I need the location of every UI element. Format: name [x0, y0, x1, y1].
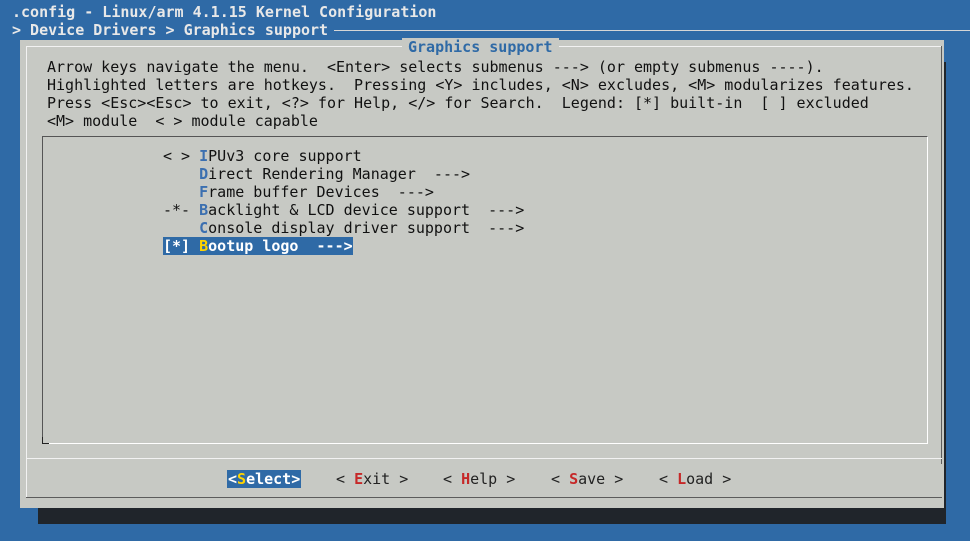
help-button-hotkey: H [461, 470, 471, 488]
button-divider [26, 458, 942, 459]
menu-item-state: -*- [163, 201, 200, 219]
help-line: Press <Esc><Esc> to exit, <?> for Help, … [47, 94, 869, 112]
menu-item-hotkey: B [199, 237, 209, 255]
select-button[interactable]: <Select> [227, 470, 302, 488]
dialog-frame-right [941, 46, 942, 464]
save-button-hotkey: S [569, 470, 579, 488]
select-button-label: elect> [246, 470, 301, 488]
config-dialog: Graphics support Arrow keys navigate the… [20, 38, 944, 508]
exit-button[interactable]: < Exit > [336, 470, 408, 488]
save-button-label: ave > [578, 470, 624, 488]
menu-item-label: rame buffer Devices ---> [208, 183, 434, 201]
load-button[interactable]: < Load > [659, 470, 731, 488]
menu-item-state [163, 219, 199, 237]
exit-button-hotkey: E [354, 470, 364, 488]
breadcrumb: > Device Drivers > Graphics support [12, 21, 329, 39]
help-line: Arrow keys navigate the menu. <Enter> se… [47, 58, 824, 76]
menu-item-state: < > [163, 147, 200, 165]
menu-item-console-display-driver[interactable]: Console display driver support ---> [163, 219, 524, 237]
help-button-label: elp > [470, 470, 516, 488]
menu-item-hotkey: F [199, 183, 209, 201]
menu-item-label: irect Rendering Manager ---> [208, 165, 471, 183]
help-line: <M> module < > module capable [47, 112, 318, 130]
load-button-hotkey: L [677, 470, 687, 488]
help-line: Highlighted letters are hotkeys. Pressin… [47, 76, 914, 94]
menu-item-backlight-lcd[interactable]: -*- Backlight & LCD device support ---> [163, 201, 524, 219]
save-button[interactable]: < Save > [551, 470, 623, 488]
menu-item-hotkey: B [199, 201, 209, 219]
exit-button-label: xit > [363, 470, 409, 488]
menu-item-frame-buffer-devices[interactable]: Frame buffer Devices ---> [163, 183, 434, 201]
menu-item-label: PUv3 core support [208, 147, 362, 165]
menu-item-hotkey: I [199, 147, 209, 165]
menu-item-direct-rendering-manager[interactable]: Direct Rendering Manager ---> [163, 165, 470, 183]
help-text: Arrow keys navigate the menu. <Enter> se… [47, 58, 914, 130]
menu-item-label: onsole display driver support ---> [208, 219, 525, 237]
save-button-open: < [551, 470, 570, 488]
menu-item-label: ootup logo ---> [208, 237, 353, 255]
help-button-open: < [443, 470, 462, 488]
window-title: .config - Linux/arm 4.1.15 Kernel Config… [12, 3, 437, 21]
exit-button-open: < [336, 470, 355, 488]
menu-item-hotkey: D [199, 165, 209, 183]
select-button-open: < [228, 470, 238, 488]
menu-item-bootup-logo[interactable]: [*] Bootup logo ---> [163, 237, 353, 255]
dialog-title: Graphics support [402, 38, 559, 56]
menu-list[interactable]: < > IPUv3 core support Direct Rendering … [42, 136, 928, 444]
menu-item-state [163, 183, 199, 201]
load-button-open: < [659, 470, 678, 488]
load-button-label: oad > [686, 470, 732, 488]
menu-item-ipuv3[interactable]: < > IPUv3 core support [163, 147, 362, 165]
menu-item-label: acklight & LCD device support ---> [208, 201, 525, 219]
help-button[interactable]: < Help > [443, 470, 515, 488]
menu-item-state: [*] [163, 237, 200, 255]
dialog-frame-bottom [26, 497, 942, 498]
dialog-frame-left [26, 46, 27, 498]
breadcrumb-rule [334, 30, 970, 31]
menu-item-state [163, 165, 199, 183]
menu-item-hotkey: C [199, 219, 209, 237]
select-button-hotkey: S [237, 470, 247, 488]
